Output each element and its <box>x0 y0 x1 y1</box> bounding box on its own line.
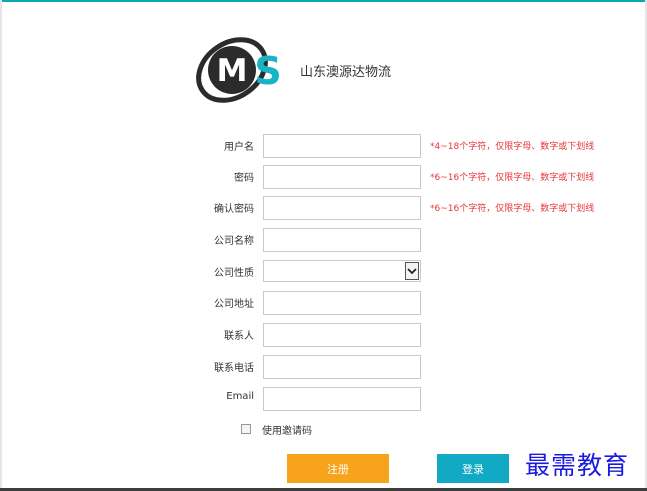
phone-input[interactable] <box>263 355 421 379</box>
username-row: 用户名 *4~18个字符，仅限字母、数字或下划线 <box>0 134 647 158</box>
username-hint: *4~18个字符，仅限字母、数字或下划线 <box>430 142 595 152</box>
company-type-label: 公司性质 <box>214 268 254 279</box>
confirm-password-label: 确认密码 <box>214 204 254 215</box>
email-row: Email <box>0 387 647 411</box>
invite-code-label: 使用邀请码 <box>262 426 312 437</box>
password-label: 密码 <box>234 173 254 184</box>
company-type-select[interactable] <box>263 260 421 282</box>
company-name-label: 公司名称 <box>214 236 254 247</box>
company-address-row: 公司地址 <box>0 291 647 315</box>
contact-label: 联系人 <box>224 331 254 342</box>
confirm-password-input[interactable] <box>263 196 421 220</box>
company-name-row: 公司名称 <box>0 228 647 252</box>
company-type-row: 公司性质 <box>0 260 647 284</box>
invite-code-checkbox[interactable] <box>241 424 251 434</box>
email-input[interactable] <box>263 387 421 411</box>
login-button[interactable]: 登录 <box>437 454 509 483</box>
company-name: 山东澳源达物流 <box>300 65 392 80</box>
password-hint: *6~16个字符，仅限字母、数字或下划线 <box>430 173 595 183</box>
username-input[interactable] <box>263 134 421 158</box>
confirm-password-hint: *6~16个字符，仅限字母、数字或下划线 <box>430 204 595 214</box>
company-name-input[interactable] <box>263 228 421 252</box>
contact-input[interactable] <box>263 323 421 347</box>
password-row: 密码 *6~16个字符，仅限字母、数字或下划线 <box>0 165 647 189</box>
logo-letter-s: S <box>254 49 281 93</box>
company-address-label: 公司地址 <box>214 299 254 310</box>
watermark-text: 最需教育 <box>525 451 630 480</box>
password-input[interactable] <box>263 165 421 189</box>
logo-letter-m: M <box>217 53 248 89</box>
company-address-input[interactable] <box>263 291 421 315</box>
chevron-down-icon <box>407 268 417 275</box>
ms-logo-icon: M S <box>196 37 282 103</box>
register-button[interactable]: 注册 <box>287 454 389 483</box>
confirm-password-row: 确认密码 *6~16个字符，仅限字母、数字或下划线 <box>0 196 647 220</box>
phone-label: 联系电话 <box>214 363 254 374</box>
email-label: Email <box>226 391 254 402</box>
select-dropdown-button[interactable] <box>405 262 419 280</box>
top-accent-border <box>0 0 647 2</box>
username-label: 用户名 <box>224 142 254 153</box>
phone-row: 联系电话 <box>0 355 647 379</box>
contact-row: 联系人 <box>0 323 647 347</box>
